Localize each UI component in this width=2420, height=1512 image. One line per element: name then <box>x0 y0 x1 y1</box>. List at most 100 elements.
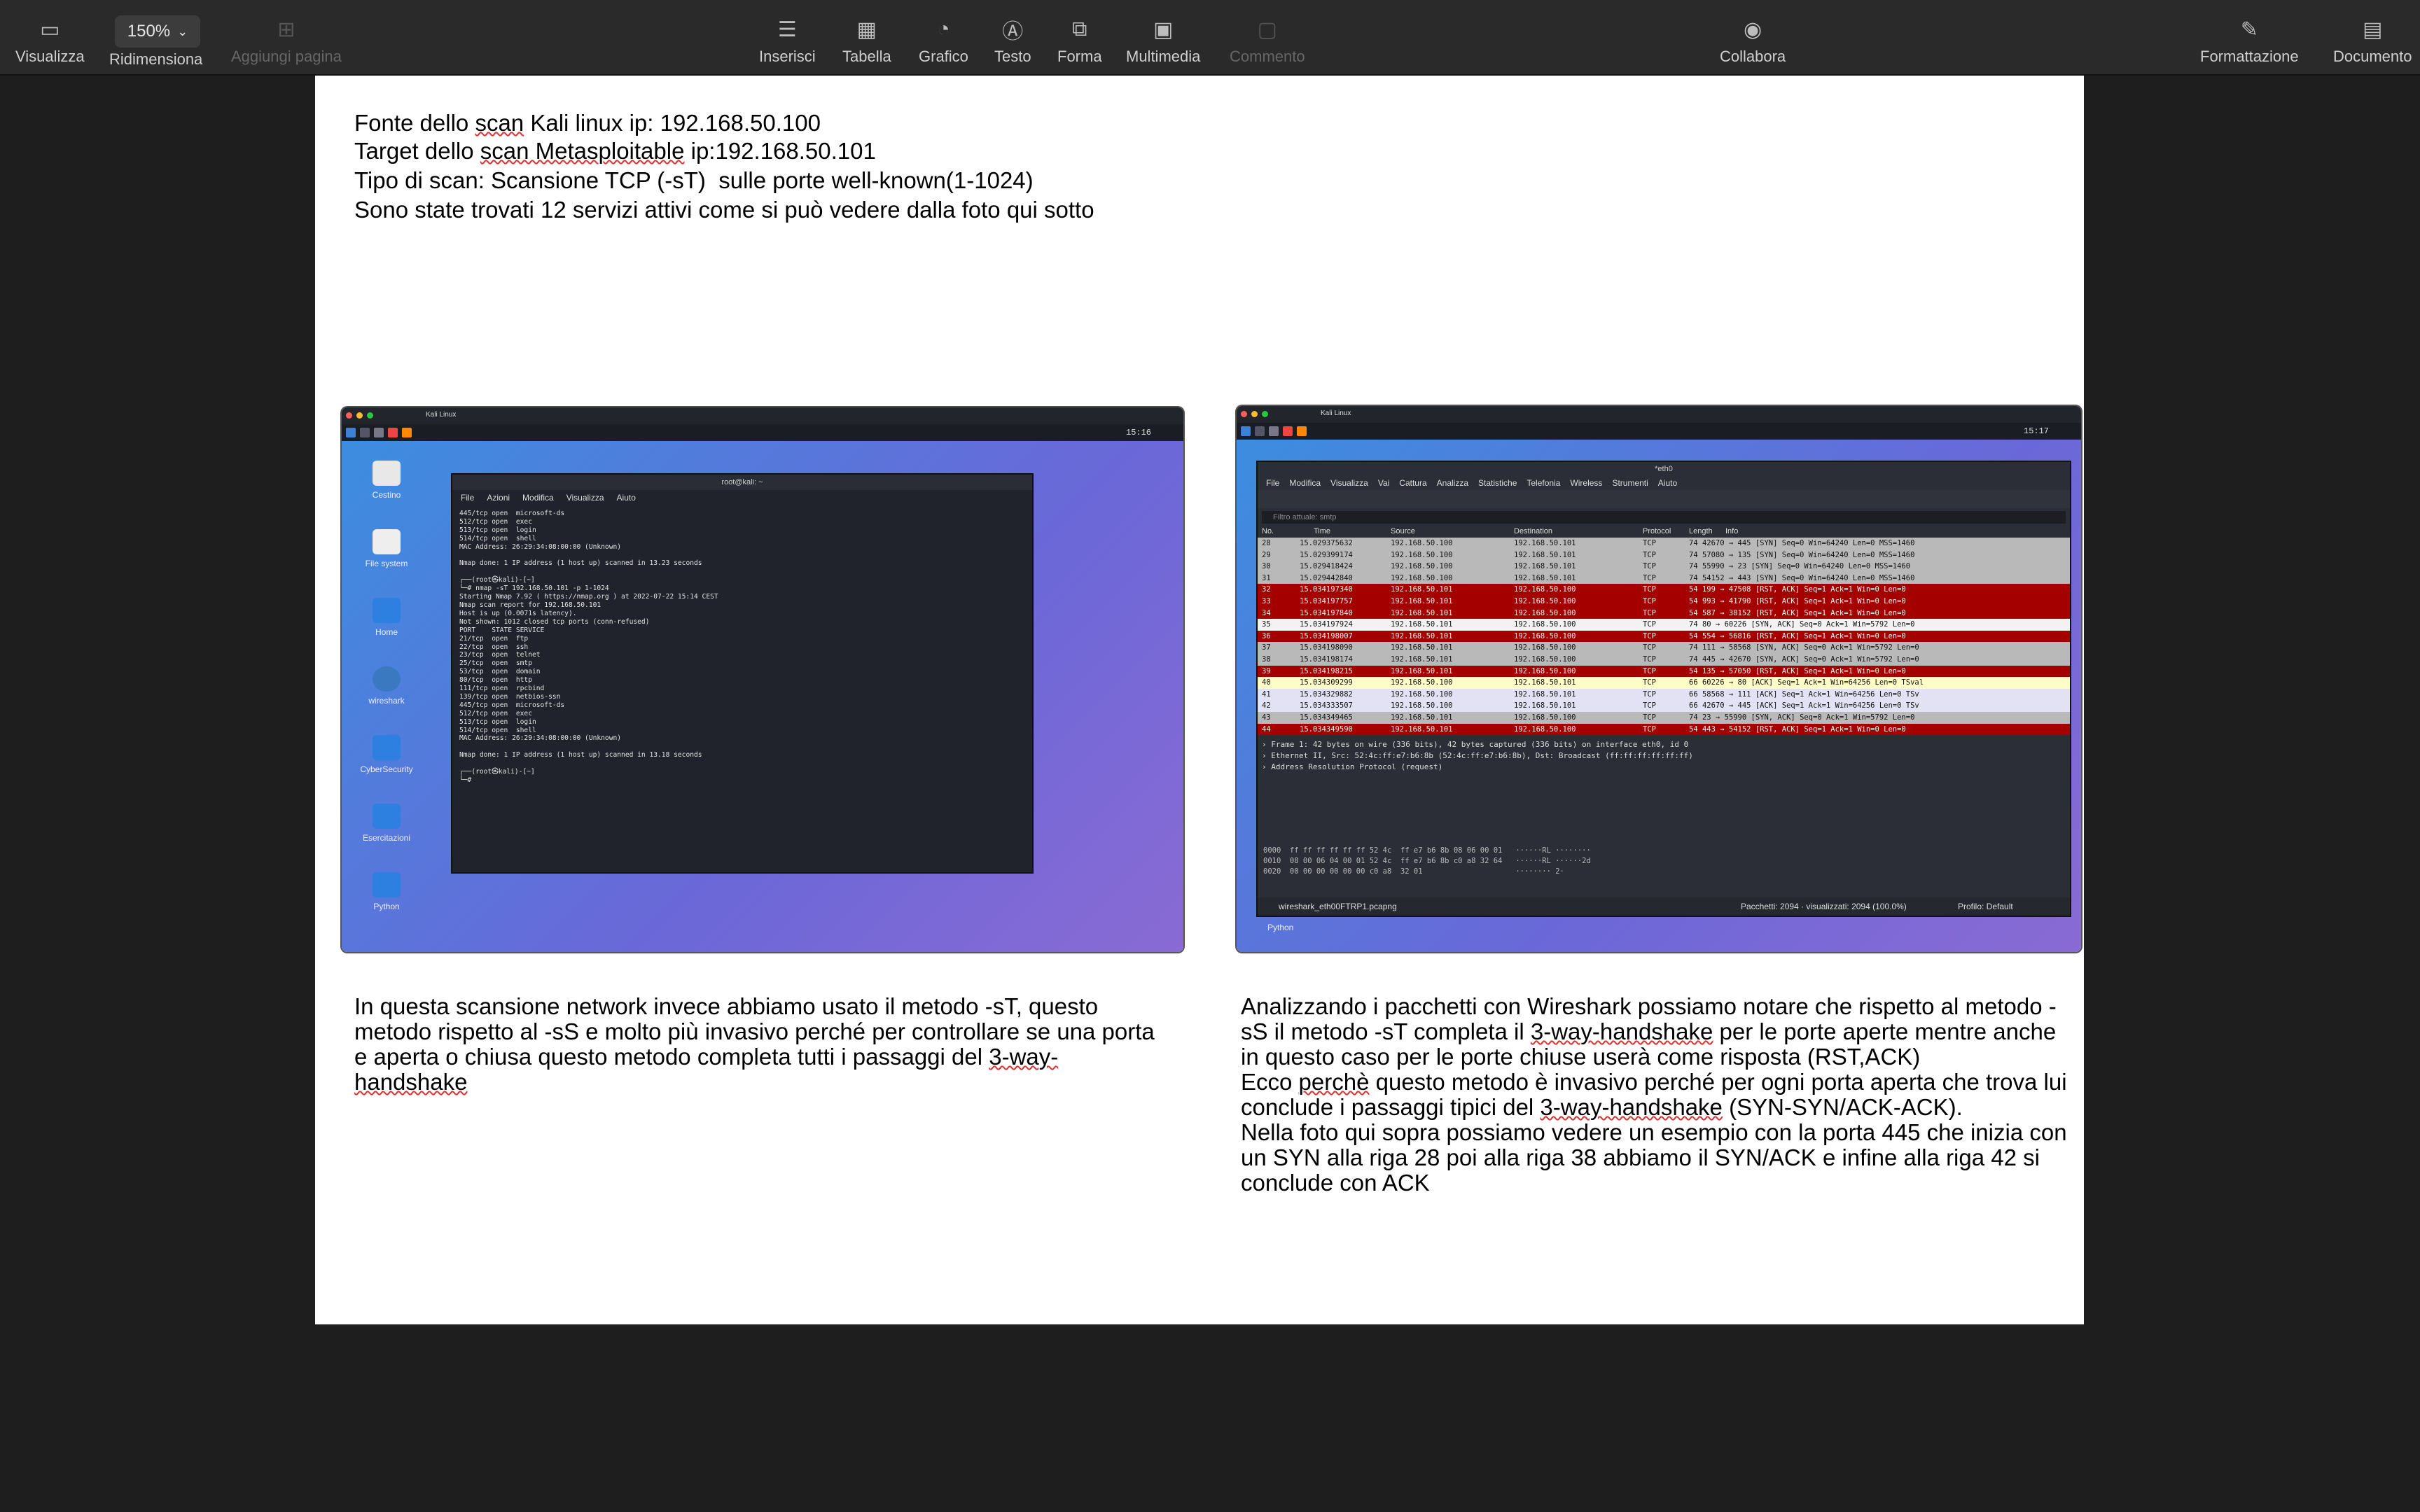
app-toolbar: ▭ Visualizza 150% ⌄ Ridimensiona ⊞ Aggiungi… <box>0 0 2420 76</box>
profile-label[interactable]: Profilo: Default <box>1958 902 2013 911</box>
desktop-icon-cybersecurity[interactable]: CyberSecurity <box>359 735 415 774</box>
packet-cell-no: 34 <box>1262 608 1271 617</box>
packet-cell-no: 39 <box>1262 666 1271 676</box>
packet-cell-dst: 192.168.50.101 <box>1514 701 1576 710</box>
wireshark-toolbar[interactable] <box>1258 490 2070 508</box>
wireshark-menu-item[interactable]: Visualizza <box>1330 478 1368 488</box>
wireshark-menu-item[interactable]: Statistiche <box>1478 478 1517 488</box>
packet-row[interactable]: 39 15.034198215 192.168.50.101 192.168.50.1… <box>1258 665 2070 678</box>
packet-cell-src: 192.168.50.101 <box>1391 666 1453 676</box>
col-no[interactable]: No. <box>1262 527 1274 536</box>
chart-button[interactable]: ◔ Grafico <box>919 14 968 66</box>
desktop-icon-esercitazioni[interactable]: Esercitazioni <box>359 804 415 843</box>
kali-clock-2: 15:17 <box>2024 426 2050 436</box>
packet-row[interactable]: 43 15.034349465 192.168.50.101 192.168.50.1… <box>1258 711 2070 724</box>
desktop-icon-home[interactable]: Home <box>359 598 415 637</box>
wireshark-menu-item[interactable]: Telefonia <box>1527 478 1560 488</box>
packet-row[interactable]: 35 15.034197924 192.168.50.101 192.168.50.1… <box>1258 619 2070 631</box>
terminal-window[interactable]: root@kali: ~ File Azioni Modifica Visual… <box>451 473 1034 874</box>
text-button[interactable]: Ⓐ Testo <box>994 14 1031 66</box>
intro-line-3: Tipo di scan: Scansione TCP (-sT) sulle … <box>354 167 1034 193</box>
terminal-menu-file[interactable]: File <box>461 493 474 503</box>
packet-row[interactable]: 34 15.034197840 192.168.50.101 192.168.50.1… <box>1258 607 2070 620</box>
terminal-output[interactable]: 445/tcp open microsoft-ds 512/tcp open e… <box>459 510 1032 785</box>
zoom-select[interactable]: 150% ⌄ <box>115 15 200 48</box>
packet-cell-info: 74 80 → 60226 [SYN, ACK] Seq=0 Ack=1 Win… <box>1689 620 1915 629</box>
kali-nmap-screenshot[interactable]: Kali Linux 15:16 Cestino File system Hom… <box>342 407 1183 952</box>
table-button[interactable]: ▦ Tabella <box>842 14 891 66</box>
collaborate-icon: ◉ <box>1743 18 1762 41</box>
packet-cell-src: 192.168.50.101 <box>1391 713 1453 722</box>
packet-row[interactable]: 42 15.034333507 192.168.50.100 192.168.50.1… <box>1258 700 2070 712</box>
packet-row[interactable]: 38 15.034198174 192.168.50.101 192.168.50.1… <box>1258 653 2070 666</box>
desktop-icon-python[interactable]: Python <box>359 872 415 911</box>
display-filter-input[interactable]: Filtro attuale: smtp <box>1262 511 2066 524</box>
packet-row[interactable]: 36 15.034198007 192.168.50.101 192.168.50.1… <box>1258 630 2070 643</box>
shape-button[interactable]: ⧉ Forma <box>1057 14 1102 66</box>
text-box-icon: Ⓐ <box>1002 20 1024 43</box>
terminal-menu-help[interactable]: Aiuto <box>617 493 636 503</box>
packet-cell-time: 15.034198174 <box>1300 654 1353 664</box>
packet-row[interactable]: 32 15.034197340 192.168.50.101 192.168.50.1… <box>1258 584 2070 596</box>
wireshark-menu-item[interactable]: Vai <box>1378 478 1389 488</box>
packet-row[interactable]: 31 15.029442840 192.168.50.100 192.168.50.1… <box>1258 572 2070 584</box>
packet-row[interactable]: 29 15.029399174 192.168.50.100 192.168.50.1… <box>1258 549 2070 561</box>
wireshark-screenshot[interactable]: Kali Linux 15:17 *eth0 File Modifica Visua… <box>1237 406 2081 952</box>
wireshark-menu-item[interactable]: Aiuto <box>1658 478 1677 488</box>
terminal-menu-actions[interactable]: Azioni <box>487 493 510 503</box>
packet-row[interactable]: 41 15.034329882 192.168.50.100 192.168.50.1… <box>1258 688 2070 701</box>
media-button[interactable]: ▣ Multimedia <box>1126 14 1200 66</box>
packet-row[interactable]: 28 15.029375632 192.168.50.100 192.168.50.1… <box>1258 538 2070 550</box>
desktop-icon-filesystem[interactable]: File system <box>359 529 415 568</box>
view-button[interactable]: ▭ Visualizza <box>15 14 85 66</box>
packet-cell-no: 35 <box>1262 620 1271 629</box>
wireshark-menu-item[interactable]: Analizza <box>1437 478 1468 488</box>
packet-cell-src: 192.168.50.101 <box>1391 585 1453 594</box>
collaborate-button[interactable]: ◉ Collabora <box>1720 14 1786 66</box>
wireshark-menu-item[interactable]: Wireless <box>1570 478 1602 488</box>
comment-button[interactable]: ▢ Commento <box>1230 14 1305 66</box>
col-time[interactable]: Time <box>1314 527 1330 536</box>
packet-cell-info: 74 111 → 58568 [SYN, ACK] Seq=0 Ack=1 Wi… <box>1689 643 1919 652</box>
wireshark-menu-item[interactable]: File <box>1266 478 1279 488</box>
packet-row[interactable]: 40 15.034309299 192.168.50.100 192.168.50.1… <box>1258 677 2070 689</box>
col-protocol[interactable]: Protocol <box>1643 527 1671 536</box>
packet-row[interactable]: 33 15.034197757 192.168.50.101 192.168.50.1… <box>1258 595 2070 608</box>
col-length[interactable]: Length <box>1689 527 1713 536</box>
packet-cell-proto: TCP <box>1643 654 1656 664</box>
packet-cell-time: 15.034309299 <box>1300 678 1353 687</box>
packet-cell-src: 192.168.50.101 <box>1391 724 1453 734</box>
col-destination[interactable]: Destination <box>1514 527 1552 536</box>
packet-row[interactable]: 37 15.034198090 192.168.50.101 192.168.50.1… <box>1258 642 2070 654</box>
wireshark-menu-item[interactable]: Cattura <box>1399 478 1426 488</box>
add-page-button[interactable]: ⊞ Aggiungi pagina <box>231 14 342 66</box>
packet-bytes[interactable]: 0000 ff ff ff ff ff ff 52 4c ff e7 b6 8b… <box>1263 846 1591 877</box>
document-page[interactable]: Fonte dello scan Kali linux ip: 192.168.… <box>315 76 2084 1324</box>
packet-cell-time: 15.034197340 <box>1300 585 1353 594</box>
packet-details[interactable]: › Frame 1: 42 bytes on wire (336 bits), … <box>1258 739 2070 773</box>
col-source[interactable]: Source <box>1391 527 1415 536</box>
packet-row[interactable]: 30 15.029418424 192.168.50.100 192.168.50.1… <box>1258 561 2070 573</box>
terminal-menu-view[interactable]: Visualizza <box>566 493 604 503</box>
dock-python-label: Python <box>1267 923 1294 932</box>
wireshark-menu-item[interactable]: Strumenti <box>1612 478 1648 488</box>
comment-icon: ▢ <box>1257 18 1277 41</box>
packet-cell-dst: 192.168.50.100 <box>1514 631 1576 640</box>
document-button[interactable]: ▤ Documento <box>2333 14 2412 66</box>
packet-list[interactable]: 28 15.029375632 192.168.50.100 192.168.50.1… <box>1258 538 2070 736</box>
format-button[interactable]: ✎ Formattazione <box>2200 14 2299 66</box>
desktop-icon-trash[interactable]: Cestino <box>359 461 415 500</box>
desktop-icon-wireshark[interactable]: wireshark <box>359 666 415 706</box>
packet-cell-proto: TCP <box>1643 585 1656 594</box>
packet-cell-no: 36 <box>1262 631 1271 640</box>
terminal-menu-edit[interactable]: Modifica <box>522 493 554 503</box>
packet-cell-dst: 192.168.50.100 <box>1514 724 1576 734</box>
col-info[interactable]: Info <box>1725 527 1738 536</box>
wireshark-menu-item[interactable]: Modifica <box>1289 478 1321 488</box>
packet-row[interactable]: 44 15.034349590 192.168.50.101 192.168.50.1… <box>1258 723 2070 736</box>
insert-button[interactable]: ☰ Inserisci <box>759 14 816 66</box>
packet-cell-info: 54 993 → 41790 [RST, ACK] Seq=1 Ack=1 Wi… <box>1689 596 1906 606</box>
packet-cell-info: 66 58568 → 111 [ACK] Seq=1 Ack=1 Win=642… <box>1689 690 1919 699</box>
packet-cell-time: 15.034198007 <box>1300 631 1353 640</box>
wireshark-window[interactable]: *eth0 File Modifica Visualizza Vai Cattura An… <box>1256 461 2071 917</box>
